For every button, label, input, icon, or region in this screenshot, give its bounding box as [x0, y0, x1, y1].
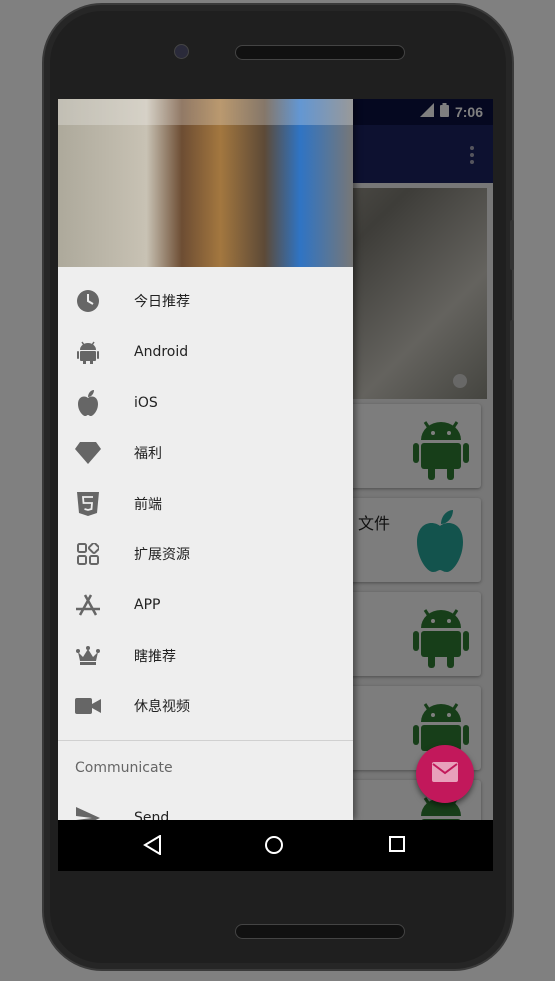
header-status-overlay — [58, 99, 353, 125]
send-icon — [75, 805, 101, 820]
menu-item-label: 扩展资源 — [134, 547, 190, 563]
menu-item-label: Android — [134, 344, 189, 360]
earpiece-speaker — [235, 45, 405, 60]
menu-item-label: 前端 — [134, 497, 162, 513]
back-icon[interactable] — [143, 834, 163, 859]
video-icon — [75, 693, 101, 719]
menu-item-label: Send — [134, 810, 170, 820]
menu-item-app[interactable]: APP — [58, 580, 353, 630]
menu-item-label: APP — [134, 597, 161, 613]
power-button — [510, 220, 514, 270]
html5-icon — [75, 491, 101, 517]
app-store-icon — [75, 592, 101, 618]
menu-item-label: 休息视频 — [134, 699, 190, 715]
clock-icon — [75, 288, 101, 314]
front-camera — [174, 44, 189, 59]
diamond-icon — [75, 440, 101, 466]
menu-item-label: iOS — [134, 395, 158, 411]
menu-item-welfare[interactable]: 福利 — [58, 428, 353, 478]
menu-item-label: 瞎推荐 — [134, 649, 176, 665]
menu-item-video[interactable]: 休息视频 — [58, 681, 353, 731]
bottom-speaker — [235, 924, 405, 939]
recents-icon[interactable] — [388, 835, 406, 857]
menu-item-send[interactable]: Send — [58, 793, 353, 820]
device-screen: 7:06 文件 — [58, 99, 493, 871]
menu-item-ios[interactable]: iOS — [58, 378, 353, 428]
navigation-drawer: 今日推荐 Android iOS 福利 前端 扩展资源 APP 瞎推荐 休息视频… — [58, 99, 353, 820]
menu-item-label: 福利 — [134, 446, 162, 462]
crown-icon — [75, 643, 101, 669]
home-icon[interactable] — [264, 835, 284, 859]
email-fab-button[interactable] — [416, 745, 474, 803]
menu-item-frontend[interactable]: 前端 — [58, 479, 353, 529]
system-navigation-bar — [58, 820, 493, 871]
menu-item-android[interactable]: Android — [58, 327, 353, 377]
drawer-header-image — [58, 99, 353, 267]
menu-item-today[interactable]: 今日推荐 — [58, 276, 353, 326]
apps-icon — [75, 541, 101, 567]
divider — [58, 740, 353, 741]
menu-item-resources[interactable]: 扩展资源 — [58, 529, 353, 579]
mail-icon — [432, 762, 458, 786]
menu-item-label: 今日推荐 — [134, 294, 190, 310]
android-icon — [75, 339, 101, 365]
menu-item-random[interactable]: 瞎推荐 — [58, 631, 353, 681]
volume-button — [510, 320, 514, 380]
section-title: Communicate — [75, 760, 173, 776]
apple-icon — [75, 390, 101, 416]
